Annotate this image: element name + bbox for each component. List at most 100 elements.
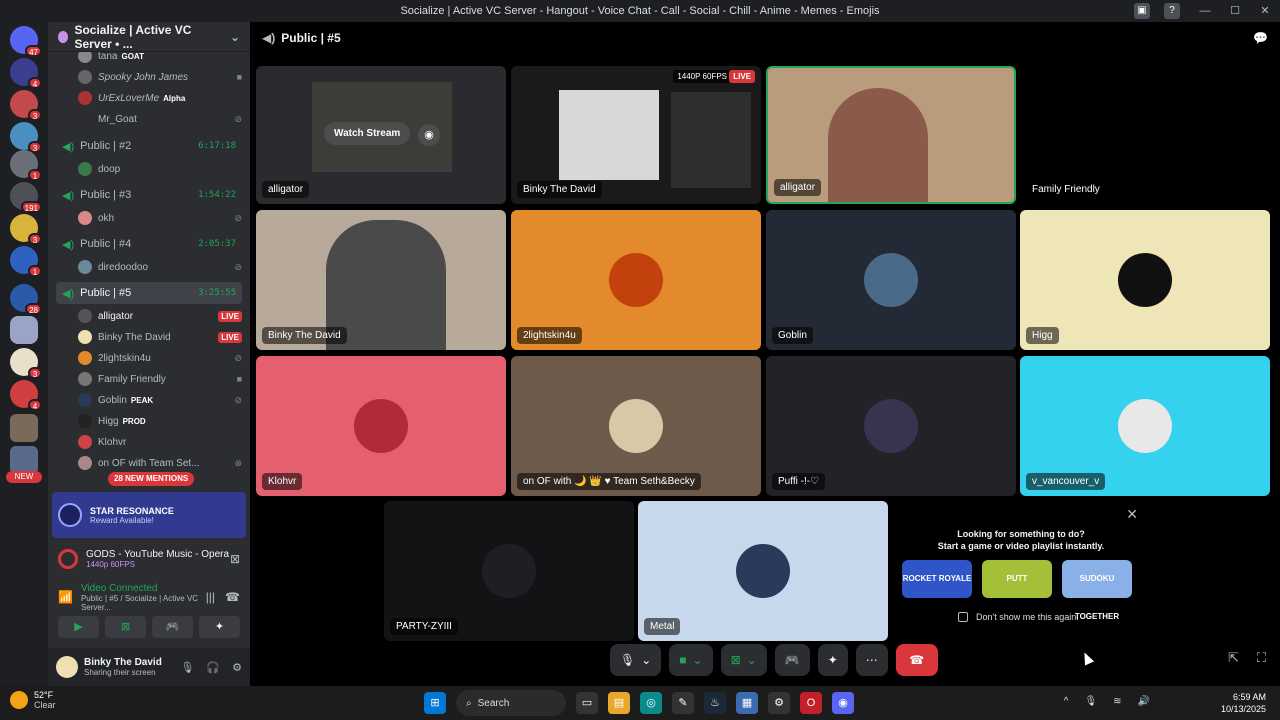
promo-banner[interactable]: STAR RESONANCE Reward Available! xyxy=(52,492,246,538)
chevron-down-icon[interactable]: ⌄ xyxy=(693,644,703,676)
weather-widget[interactable]: 52°F Clear xyxy=(10,690,56,710)
wifi-icon[interactable]: ≋ xyxy=(1113,696,1121,707)
voice-member[interactable]: Higg PROD xyxy=(78,411,242,431)
activity-button[interactable]: 🎮 xyxy=(152,616,193,638)
stream-tile[interactable]: 1440P 60FPS LIVE Binky The David xyxy=(511,66,761,204)
screen-share-button[interactable]: ⊠ xyxy=(105,616,146,638)
settings-icon[interactable]: ⚙ xyxy=(768,692,790,714)
chevron-down-icon[interactable]: ⌄ xyxy=(230,30,240,44)
avatar-tile[interactable]: Higg xyxy=(1020,210,1270,350)
signal-icon[interactable]: 📶 xyxy=(58,590,73,604)
voice-member[interactable]: tana GOAT xyxy=(78,52,242,66)
server-icon[interactable]: 4 xyxy=(10,58,42,89)
voice-channel[interactable]: ◀) Public | #2 6:17:18 xyxy=(56,135,242,157)
microphone-icon[interactable]: 🎙 xyxy=(180,661,194,674)
home-icon[interactable]: 47 xyxy=(10,26,42,57)
voice-location[interactable]: Public | #5 / Socialize | Active VC Serv… xyxy=(81,594,206,612)
voice-member[interactable]: Family Friendly ■ xyxy=(78,369,242,389)
voice-member[interactable]: Klohvr xyxy=(78,432,242,452)
soundboard-button[interactable]: ✦ xyxy=(199,616,240,638)
popout-icon[interactable]: ⇱ xyxy=(1228,650,1239,666)
watch-stream-button[interactable]: Watch Stream xyxy=(324,122,411,145)
game-sudoku[interactable]: SUDOKU TOGETHER xyxy=(1062,560,1132,621)
chat-icon[interactable]: 💬 xyxy=(1253,31,1268,45)
voice-member[interactable]: Goblin PEAK ⊘ xyxy=(78,390,242,410)
avatar-tile[interactable]: Puffi -!-♡ xyxy=(766,356,1016,496)
voice-member[interactable]: okh ⊘ xyxy=(78,208,242,228)
headphones-icon[interactable]: 🎧 xyxy=(206,661,220,674)
voice-member[interactable]: Mr_Goat ⊘ xyxy=(78,109,242,129)
mute-button[interactable]: 🎙 ⌄ xyxy=(610,644,662,676)
server-icon[interactable]: 3 xyxy=(10,214,42,245)
game-putt[interactable]: PUTT xyxy=(982,560,1052,598)
video-tile[interactable]: Binky The David xyxy=(256,210,506,350)
microphone-icon[interactable]: 🎙 xyxy=(1084,696,1097,707)
voice-member[interactable]: on OF with Team Set... ⊗ xyxy=(78,453,242,473)
server-header[interactable]: Socialize | Active VC Server • ... ⌄ xyxy=(48,22,250,52)
server-icon[interactable] xyxy=(10,446,38,474)
inbox-icon[interactable]: ▣ xyxy=(1134,3,1150,19)
dont-show-option[interactable]: Don't show me this again. xyxy=(958,612,1079,622)
voice-channel-active[interactable]: ◀) Public | #5 3:25:55 xyxy=(56,282,242,304)
checkbox[interactable] xyxy=(958,612,968,622)
server-icon[interactable] xyxy=(10,316,38,344)
avatar[interactable] xyxy=(56,656,78,678)
fullscreen-icon[interactable]: ⛶ xyxy=(1257,650,1266,666)
avatar-tile[interactable]: 2lightskin4u xyxy=(511,210,761,350)
minimize-button[interactable]: — xyxy=(1190,0,1220,22)
avatar-tile[interactable]: Goblin xyxy=(766,210,1016,350)
video-tile[interactable]: Family Friendly xyxy=(1020,66,1270,204)
gear-icon[interactable]: ⚙ xyxy=(232,661,242,674)
volume-icon[interactable]: 🔊 xyxy=(1138,696,1150,707)
camera-button[interactable]: ▶ xyxy=(58,616,99,638)
app-icon[interactable]: ▦ xyxy=(736,692,758,714)
server-icon[interactable] xyxy=(10,414,38,442)
server-icon[interactable]: 1 xyxy=(10,246,42,277)
maximize-button[interactable]: ☐ xyxy=(1220,0,1250,22)
voice-member[interactable]: 2lightskin4u ⊘ xyxy=(78,348,242,368)
more-button[interactable]: ⋯ xyxy=(855,644,888,676)
server-icon[interactable]: 3 xyxy=(10,122,42,153)
disconnect-button[interactable]: ☎ xyxy=(895,644,938,676)
avatar-tile[interactable]: Metal xyxy=(638,501,888,641)
server-icon[interactable]: 3 xyxy=(10,348,42,379)
windows-start-icon[interactable]: ⊞ xyxy=(424,692,446,714)
avatar-tile[interactable]: v_vancouver_v xyxy=(1020,356,1270,496)
chevron-down-icon[interactable]: ⌄ xyxy=(641,644,651,676)
new-pill[interactable]: NEW xyxy=(6,471,42,483)
taskbar-search[interactable]: ⌕ Search xyxy=(456,690,566,716)
close-icon[interactable]: ✕ xyxy=(1126,506,1138,523)
server-icon[interactable]: 3 xyxy=(10,90,42,121)
close-button[interactable]: ✕ xyxy=(1250,0,1280,22)
game-rocket-royale[interactable]: ROCKET ROYALE xyxy=(902,560,972,598)
chevron-down-icon[interactable]: ⌄ xyxy=(747,644,757,676)
voice-member[interactable]: UrExLoverMe Alpha xyxy=(78,88,242,108)
avatar-tile[interactable]: PARTY-ZYIII xyxy=(384,501,634,641)
edge-icon[interactable]: ◎ xyxy=(640,692,662,714)
view-icon[interactable]: ◉ xyxy=(418,124,440,146)
file-explorer-icon[interactable]: ▤ xyxy=(608,692,630,714)
voice-member[interactable]: Spooky John James ■ xyxy=(78,67,242,87)
disconnect-icon[interactable]: ☎ xyxy=(225,590,240,604)
activity-button[interactable]: 🎮 xyxy=(774,644,810,676)
voice-member[interactable]: diredoodoo ⊘ xyxy=(78,257,242,277)
clock[interactable]: 6:59 AM 10/13/2025 xyxy=(1221,691,1266,715)
voice-channel[interactable]: ◀) Public | #4 2:05:37 xyxy=(56,233,242,255)
voice-member[interactable]: Binky The David LIVE xyxy=(78,327,242,347)
server-icon[interactable]: 191 xyxy=(10,182,42,213)
stop-stream-icon[interactable]: ⊠ xyxy=(230,552,240,566)
steam-icon[interactable]: ♨ xyxy=(704,692,726,714)
server-icon[interactable]: 4 xyxy=(10,380,42,411)
activity-panel[interactable]: GODS - YouTube Music - Opera 1440p 60FPS… xyxy=(52,542,246,576)
voice-member[interactable]: doop xyxy=(78,159,242,179)
server-icon[interactable]: 28 xyxy=(10,284,42,315)
task-view-icon[interactable]: ▭ xyxy=(576,692,598,714)
notepad-icon[interactable]: ✎ xyxy=(672,692,694,714)
server-icon[interactable]: 1 xyxy=(10,150,42,181)
opera-icon[interactable]: O xyxy=(800,692,822,714)
soundboard-button[interactable]: ✦ xyxy=(817,644,848,676)
camera-button[interactable]: ■ ⌄ xyxy=(669,644,713,676)
video-tile[interactable]: alligator xyxy=(766,66,1016,204)
help-icon[interactable]: ? xyxy=(1164,3,1180,19)
chevron-up-icon[interactable]: ^ xyxy=(1064,696,1069,707)
